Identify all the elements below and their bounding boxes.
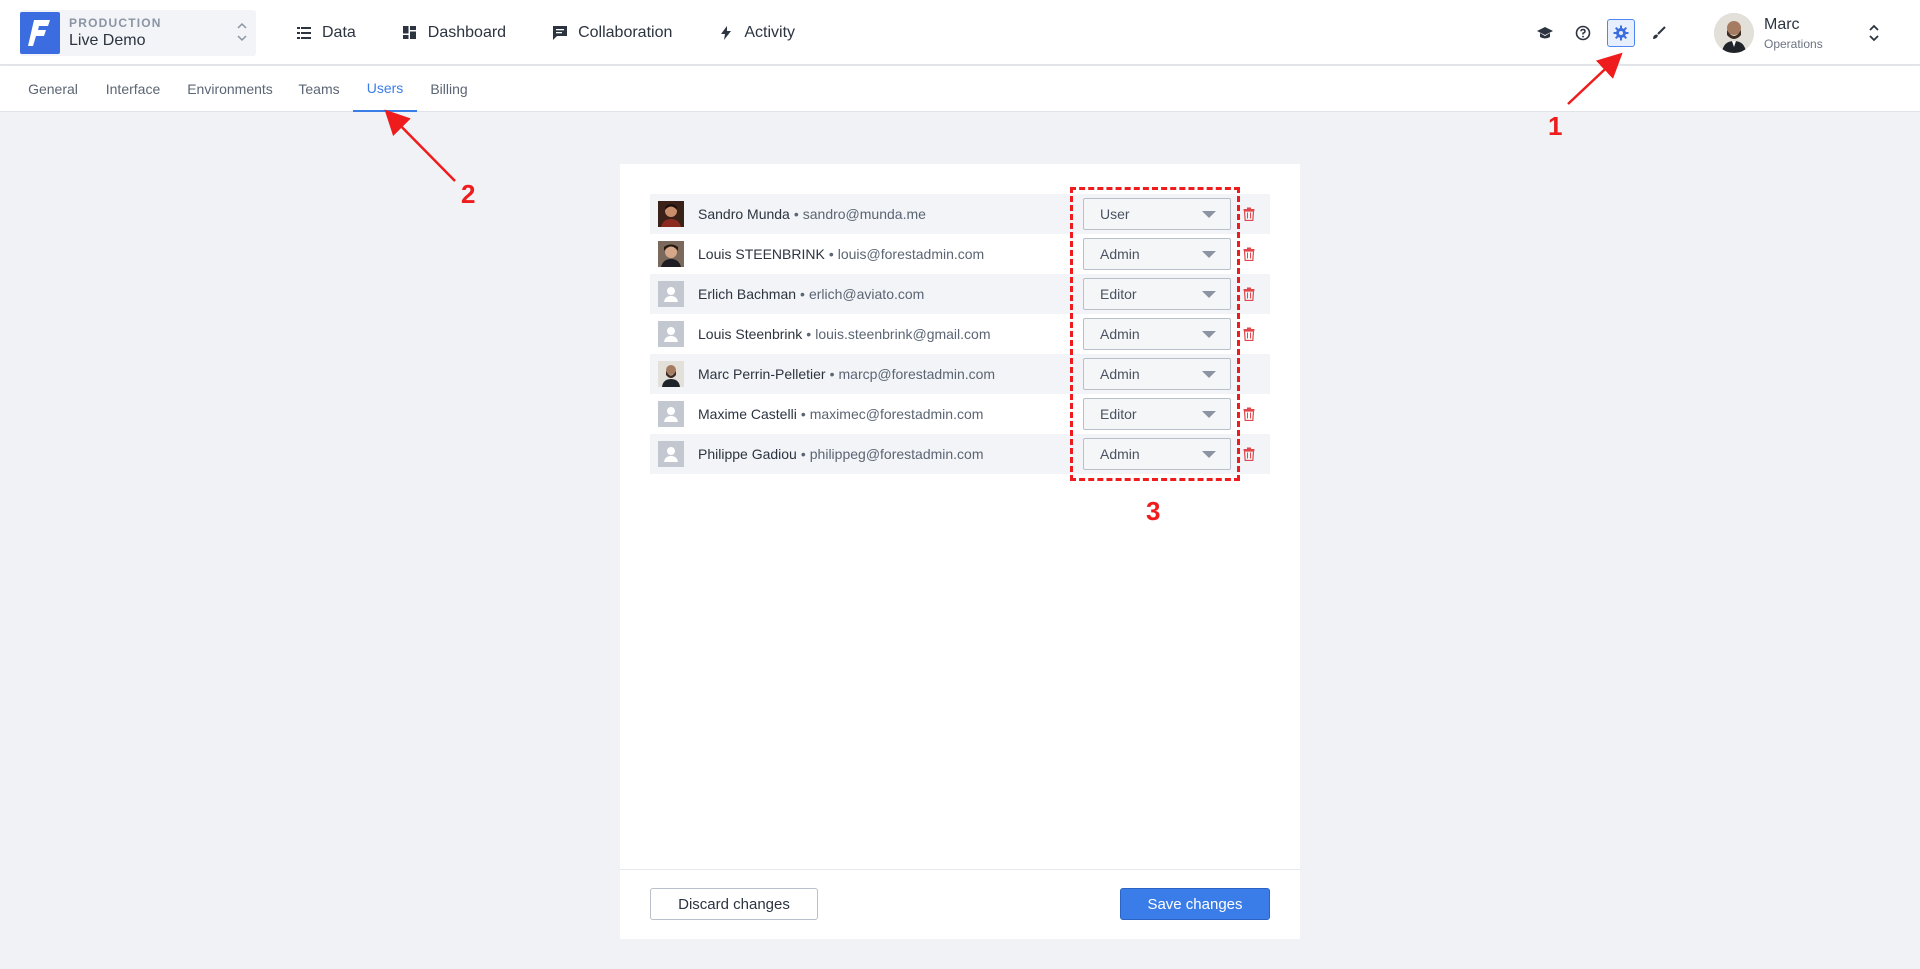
annotation-arrows [384, 52, 1623, 182]
annotation-number-3: 3 [1146, 496, 1161, 526]
annotation-number-1: 1 [1548, 111, 1563, 141]
annotation-number-2: 2 [461, 179, 476, 209]
